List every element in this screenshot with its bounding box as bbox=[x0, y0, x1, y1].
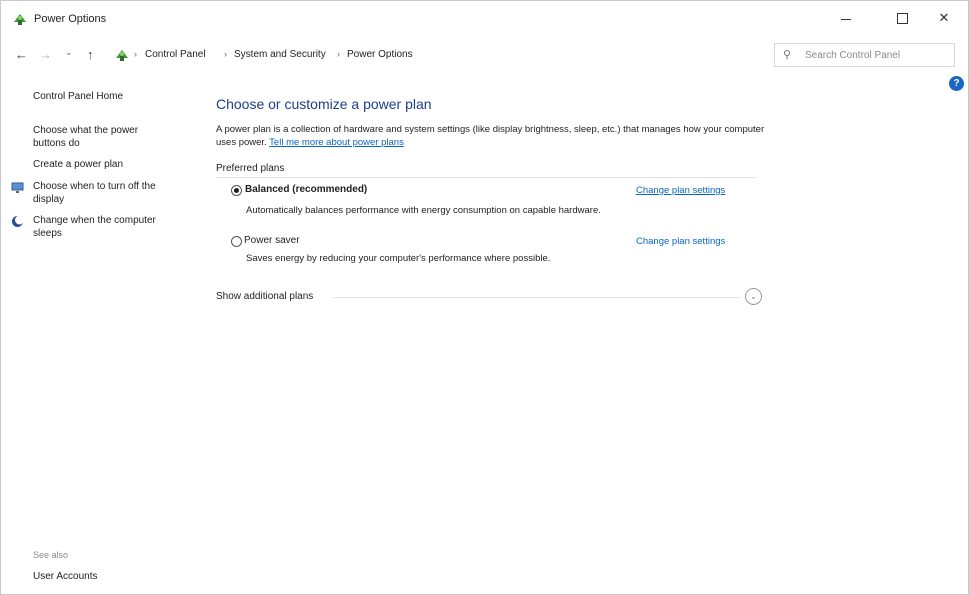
sidebar-item-computer-sleeps[interactable]: Change when the computer sleeps bbox=[33, 214, 178, 240]
sidebar-item-create-power-plan[interactable]: Create a power plan bbox=[33, 158, 183, 171]
sidebar-item-turn-off-display[interactable]: Choose when to turn off the display bbox=[33, 180, 178, 206]
power-saver-change-plan-settings-link[interactable]: Change plan settings bbox=[636, 236, 725, 247]
address-bar[interactable]: › Control Panel › System and Security › … bbox=[109, 43, 852, 67]
monitor-icon bbox=[11, 182, 24, 193]
sidebar-item-power-buttons[interactable]: Choose what the power buttons do bbox=[33, 124, 158, 150]
power-saver-plan-name[interactable]: Power saver bbox=[244, 235, 300, 246]
close-icon: ✕ bbox=[938, 10, 950, 25]
close-button[interactable]: ✕ bbox=[921, 1, 967, 35]
see-also-label: See also bbox=[33, 550, 69, 560]
recent-locations-chevron-icon[interactable]: ⌄ bbox=[65, 47, 73, 58]
breadcrumb-control-panel[interactable]: Control Panel bbox=[145, 49, 206, 60]
breadcrumb-separator-icon[interactable]: › bbox=[224, 49, 227, 59]
moon-icon bbox=[12, 215, 24, 227]
back-arrow-icon[interactable]: ← bbox=[15, 47, 28, 62]
control-panel-icon bbox=[116, 50, 128, 61]
window-title: Power Options bbox=[34, 13, 107, 25]
minimize-icon bbox=[841, 18, 851, 20]
page-description: A power plan is a collection of hardware… bbox=[216, 123, 776, 149]
show-additional-plans-label[interactable]: Show additional plans bbox=[216, 291, 313, 302]
preferred-plans-label: Preferred plans bbox=[216, 163, 285, 174]
breadcrumb-separator-icon: › bbox=[134, 49, 137, 59]
up-arrow-icon[interactable]: ↑ bbox=[87, 47, 94, 62]
balanced-change-plan-settings-link[interactable]: Change plan settings bbox=[636, 185, 725, 196]
expand-chevron-icon[interactable]: ⌄ bbox=[745, 288, 762, 305]
help-icon[interactable]: ? bbox=[949, 76, 964, 91]
breadcrumb-system-and-security[interactable]: System and Security bbox=[234, 49, 326, 60]
breadcrumb-separator-icon[interactable]: › bbox=[337, 49, 340, 59]
show-additional-divider bbox=[333, 297, 740, 298]
minimize-button[interactable] bbox=[823, 1, 869, 35]
search-input[interactable] bbox=[805, 47, 945, 63]
balanced-plan-radio[interactable] bbox=[231, 185, 242, 196]
balanced-plan-name[interactable]: Balanced (recommended) bbox=[245, 184, 367, 195]
search-box[interactable]: ⚲ bbox=[774, 43, 955, 67]
power-saver-plan-radio[interactable] bbox=[231, 236, 242, 247]
breadcrumb-power-options[interactable]: Power Options bbox=[347, 49, 413, 60]
forward-arrow-icon[interactable]: → bbox=[39, 47, 52, 62]
page-title: Choose or customize a power plan bbox=[216, 96, 432, 112]
balanced-plan-description: Automatically balances performance with … bbox=[246, 205, 601, 216]
power-options-app-icon bbox=[14, 14, 26, 25]
search-icon: ⚲ bbox=[783, 49, 792, 61]
maximize-button[interactable] bbox=[879, 1, 925, 35]
tell-me-more-link[interactable]: Tell me more about power plans bbox=[269, 137, 404, 148]
title-bar: Power Options ✕ bbox=[1, 1, 968, 37]
power-options-window: Power Options ✕ ← → ⌄ ↑ › Control Panel … bbox=[0, 0, 969, 595]
maximize-icon bbox=[896, 12, 908, 24]
power-saver-plan-description: Saves energy by reducing your computer's… bbox=[246, 253, 551, 264]
section-divider bbox=[216, 177, 756, 178]
user-accounts-link[interactable]: User Accounts bbox=[33, 571, 97, 582]
sidebar-item-control-panel-home[interactable]: Control Panel Home bbox=[33, 90, 183, 103]
